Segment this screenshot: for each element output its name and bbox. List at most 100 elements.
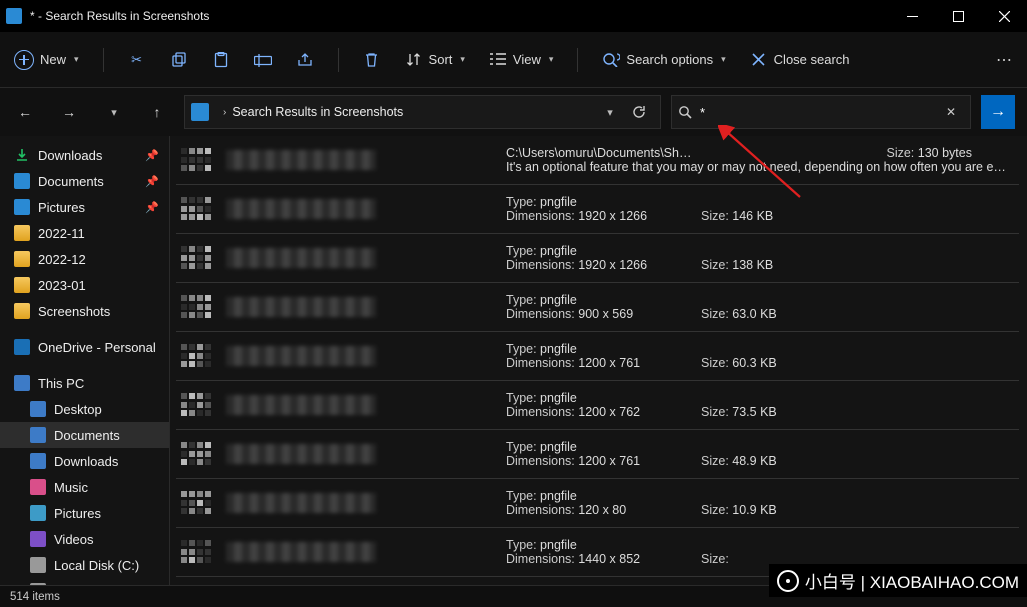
nav-item[interactable]: 2022-12	[0, 246, 169, 272]
search-box[interactable]: ✕	[671, 95, 971, 129]
nav-onedrive[interactable]: OneDrive - Personal	[0, 334, 169, 360]
size-label: Size:	[701, 454, 732, 468]
type-label: Type:	[506, 538, 540, 552]
file-name-blurred	[226, 395, 376, 415]
window-title: * - Search Results in Screenshots	[30, 9, 889, 23]
plus-circle-icon	[14, 50, 34, 70]
refresh-button[interactable]	[624, 97, 654, 127]
file-type: pngfile	[540, 538, 577, 552]
file-thumbnail	[180, 490, 216, 516]
file-size: 63.0 KB	[732, 307, 776, 321]
chevron-right-icon: ›	[223, 107, 226, 118]
results-list[interactable]: C:\Users\omuru\Documents\Sh…Size: 130 by…	[170, 136, 1027, 585]
search-icon	[678, 105, 692, 119]
file-thumbnail	[180, 441, 216, 467]
view-label: View	[513, 52, 541, 67]
view-button[interactable]: View▾	[489, 51, 553, 69]
type-label: Type:	[506, 342, 540, 356]
nav-item[interactable]: Pictures	[0, 500, 169, 526]
nav-item[interactable]: Documents	[0, 422, 169, 448]
size-label: Size:	[701, 503, 732, 517]
nav-item[interactable]: Pictures📌	[0, 194, 169, 220]
address-bar[interactable]: › Search Results in Screenshots ▾	[184, 95, 661, 129]
search-options-icon	[602, 51, 620, 69]
result-item[interactable]: Type: pngfile Dimensions: 1200 x 761Size…	[176, 430, 1019, 479]
file-type: pngfile	[540, 440, 577, 454]
paste-button[interactable]	[212, 51, 230, 69]
address-dropdown[interactable]: ▾	[594, 97, 624, 127]
forward-button[interactable]: →	[52, 95, 86, 129]
delete-button[interactable]	[363, 51, 381, 69]
nav-item[interactable]: Local Disk (C:)	[0, 552, 169, 578]
nav-item[interactable]: New Volume (D:)	[0, 578, 169, 585]
rename-button[interactable]	[254, 51, 272, 69]
result-item[interactable]: Type: pngfile Dimensions: 900 x 569Size:…	[176, 283, 1019, 332]
copy-button[interactable]	[170, 51, 188, 69]
file-dims: 1200 x 762	[578, 405, 640, 419]
separator	[338, 48, 339, 72]
item-count: 514 items	[10, 591, 60, 603]
nav-item[interactable]: Downloads📌	[0, 142, 169, 168]
dims-label: Dimensions:	[506, 356, 578, 370]
new-button[interactable]: New▾	[14, 50, 79, 70]
scissors-icon: ✂	[128, 51, 146, 69]
result-item[interactable]: Type: pngfile Dimensions: 120 x 80Size: …	[176, 479, 1019, 528]
nav-label: New Volume (D:)	[54, 584, 152, 586]
up-button[interactable]: ↑	[140, 95, 174, 129]
result-item[interactable]: Type: pngfile Dimensions: 1920 x 1266Siz…	[176, 185, 1019, 234]
nav-icon	[14, 251, 30, 267]
nav-item[interactable]: 2022-11	[0, 220, 169, 246]
more-button[interactable]: ⋯	[996, 50, 1013, 70]
file-size: 73.5 KB	[732, 405, 776, 419]
trash-icon	[363, 51, 381, 69]
breadcrumb[interactable]: Search Results in Screenshots	[232, 105, 403, 119]
search-options-button[interactable]: Search options▾	[602, 51, 725, 69]
close-button[interactable]	[981, 0, 1027, 32]
nav-item[interactable]: 2023-01	[0, 272, 169, 298]
size-label: Size:	[701, 307, 732, 321]
nav-item[interactable]: Videos	[0, 526, 169, 552]
back-button[interactable]: ←	[8, 95, 42, 129]
sort-icon	[405, 51, 423, 69]
close-search-button[interactable]: Close search	[750, 51, 850, 69]
result-item[interactable]: Type: pngfile Dimensions: 1200 x 762Size…	[176, 381, 1019, 430]
file-size: 10.9 KB	[732, 503, 776, 517]
result-item[interactable]: Type: pngfile Dimensions: 1920 x 1266Siz…	[176, 234, 1019, 283]
pin-icon: 📌	[145, 175, 159, 188]
search-input[interactable]	[700, 105, 938, 120]
nav-label: 2022-11	[38, 226, 85, 241]
minimize-button[interactable]	[889, 0, 935, 32]
file-thumbnail	[180, 294, 216, 320]
nav-label: Documents	[38, 174, 104, 189]
nav-item[interactable]: Screenshots	[0, 298, 169, 324]
close-search-label: Close search	[774, 52, 850, 67]
nav-icon	[30, 557, 46, 573]
nav-item[interactable]: Documents 📌	[0, 168, 169, 194]
nav-this-pc[interactable]: This PC	[0, 370, 169, 396]
rename-icon	[254, 51, 272, 69]
dims-label: Dimensions:	[506, 405, 578, 419]
view-icon	[489, 51, 507, 69]
nav-item[interactable]: Music	[0, 474, 169, 500]
nav-item[interactable]: Downloads	[0, 448, 169, 474]
recent-button[interactable]: ▾	[96, 95, 130, 129]
file-type: pngfile	[540, 342, 577, 356]
navigation-pane: Downloads📌 Documents 📌 Pictures📌 2022-11 2022…	[0, 136, 170, 585]
search-go-button[interactable]: →	[981, 95, 1015, 129]
file-name-blurred	[226, 150, 376, 170]
result-item[interactable]: C:\Users\omuru\Documents\Sh…Size: 130 by…	[176, 136, 1019, 185]
sort-button[interactable]: Sort▾	[405, 51, 465, 69]
file-thumbnail	[180, 147, 216, 173]
clear-search-button[interactable]: ✕	[938, 99, 964, 125]
nav-label: 2022-12	[38, 252, 86, 267]
toolbar: New▾ ✂ Sort▾ View▾ Search options▾ Close…	[0, 32, 1027, 88]
share-button[interactable]	[296, 51, 314, 69]
close-x-icon	[750, 51, 768, 69]
nav-label: Downloads	[38, 148, 102, 163]
cut-button[interactable]: ✂	[128, 51, 146, 69]
nav-icon	[14, 173, 30, 189]
type-label: Type:	[506, 391, 540, 405]
nav-item[interactable]: Desktop	[0, 396, 169, 422]
maximize-button[interactable]	[935, 0, 981, 32]
result-item[interactable]: Type: pngfile Dimensions: 1200 x 761Size…	[176, 332, 1019, 381]
